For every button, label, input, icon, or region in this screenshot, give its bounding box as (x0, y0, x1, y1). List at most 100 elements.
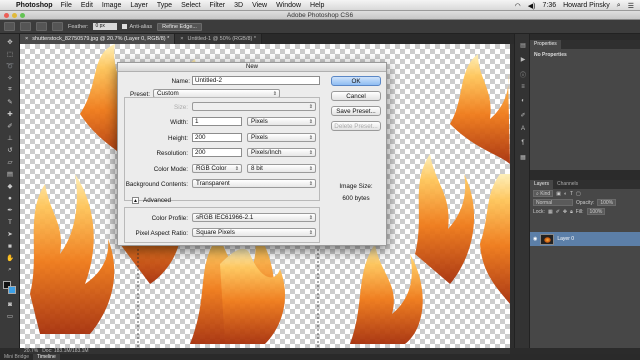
brush-tool-icon[interactable]: ✐ (5, 122, 15, 130)
menu-filter[interactable]: Filter (210, 2, 226, 9)
menu-select[interactable]: Select (181, 2, 200, 9)
paragraph-panel-icon[interactable]: ¶ (519, 140, 527, 147)
cancel-button[interactable]: Cancel (331, 91, 381, 101)
color-mode-dropdown[interactable]: RGB Color ⇕ (192, 164, 242, 173)
menu-type[interactable]: Type (157, 2, 172, 9)
move-tool-icon[interactable]: ✥ (5, 38, 15, 46)
properties-panel-icon[interactable]: ≡ (519, 84, 527, 91)
fill-input[interactable]: 100% (586, 208, 606, 215)
delete-preset-button[interactable]: Delete Preset... (331, 121, 381, 131)
crop-tool-icon[interactable]: ⌗ (5, 86, 15, 94)
history-panel-icon[interactable]: ▤ (519, 42, 527, 49)
gradient-tool-icon[interactable]: ▤ (5, 170, 15, 178)
zoom-window-button[interactable] (20, 13, 25, 18)
adjustments-panel-icon[interactable]: ◐ (519, 98, 527, 105)
tab-properties[interactable]: Properties (530, 40, 561, 49)
antialias-checkbox[interactable]: Anti-alias (122, 24, 152, 30)
shape-tool-icon[interactable]: ■ (5, 242, 15, 250)
ok-button[interactable]: OK (331, 76, 381, 86)
feather-input[interactable]: 0 px (93, 23, 118, 30)
pixel-aspect-dropdown[interactable]: Square Pixels ⇕ (192, 228, 316, 237)
app-menu[interactable]: Photoshop (16, 2, 53, 9)
tab-layers[interactable]: Layers (530, 180, 554, 189)
menu-view[interactable]: View (252, 2, 267, 9)
screen-mode-icon[interactable]: ▭ (5, 312, 15, 320)
filter-type-icon[interactable]: T (570, 191, 573, 197)
resolution-unit-dropdown[interactable]: Pixels/Inch ⇕ (247, 148, 316, 157)
hand-tool-icon[interactable]: ✋ (5, 254, 15, 262)
refine-edge-button[interactable]: Refine Edge... (157, 22, 202, 31)
minimize-window-button[interactable] (12, 13, 17, 18)
info-panel-icon[interactable]: ⓘ (519, 70, 527, 79)
close-tab-icon[interactable]: × (25, 34, 28, 44)
tab-untitled-1[interactable]: × Untitled-1 @ 50% (RGB/8) * (175, 34, 263, 44)
width-input[interactable]: 1 (192, 117, 242, 126)
tab-channels[interactable]: Channels (553, 180, 582, 189)
tab-timeline[interactable]: Timeline (33, 354, 60, 360)
notifications-icon[interactable]: ☰ (628, 2, 634, 10)
lock-position-icon[interactable]: ✥ (563, 209, 567, 215)
menu-image[interactable]: Image (102, 2, 121, 9)
swatches-panel-icon[interactable]: ▦ (519, 154, 527, 161)
wifi-icon[interactable]: ◠ (515, 2, 521, 10)
name-input[interactable]: Untitled-2 (192, 76, 320, 85)
background-contents-dropdown[interactable]: Transparent ⇕ (192, 179, 316, 188)
menu-window[interactable]: Window (276, 2, 301, 9)
lasso-tool-icon[interactable]: ➰ (5, 62, 15, 70)
lock-transparency-icon[interactable]: ▦ (548, 209, 553, 215)
menu-layer[interactable]: Layer (130, 2, 148, 9)
filter-shape-icon[interactable]: ▢ (576, 191, 581, 197)
eraser-tool-icon[interactable]: ▱ (5, 158, 15, 166)
lock-pixels-icon[interactable]: ✐ (556, 209, 560, 215)
tab-shutterstock[interactable]: × shutterstock_82750579.jpg @ 20.7% (Lay… (20, 34, 176, 44)
resolution-input[interactable]: 200 (192, 148, 242, 157)
marquee-tool-icon[interactable]: ⬚ (5, 50, 15, 58)
path-selection-tool-icon[interactable]: ➤ (5, 230, 15, 238)
pen-tool-icon[interactable]: ✒ (5, 206, 15, 214)
quick-mask-icon[interactable]: ◙ (5, 300, 15, 308)
layer-name[interactable]: Layer 0 (557, 236, 574, 242)
height-input[interactable]: 200 (192, 133, 242, 142)
kind-filter-dropdown[interactable]: ⌕ Kind (533, 190, 554, 197)
eyedropper-tool-icon[interactable]: ✎ (5, 98, 15, 106)
menu-edit[interactable]: Edit (81, 2, 93, 9)
menu-file[interactable]: File (61, 2, 72, 9)
marquee-tool-preset-icon[interactable] (4, 22, 15, 31)
save-preset-button[interactable]: Save Preset... (331, 106, 381, 116)
add-to-selection-icon[interactable] (36, 22, 47, 31)
filter-adjust-icon[interactable]: ◐ (564, 191, 567, 197)
type-tool-icon[interactable]: T (5, 218, 15, 226)
opacity-input[interactable]: 100% (597, 199, 617, 206)
filter-pixel-icon[interactable]: ▣ (556, 191, 561, 197)
magic-wand-tool-icon[interactable]: ✧ (5, 74, 15, 82)
color-profile-dropdown[interactable]: sRGB IEC61966-2.1 ⇕ (192, 213, 316, 222)
user-name[interactable]: Howard Pinsky (563, 2, 610, 9)
clock[interactable]: 7:36 (542, 2, 556, 9)
new-selection-icon[interactable] (20, 22, 31, 31)
close-tab-icon[interactable]: × (180, 34, 183, 44)
history-brush-tool-icon[interactable]: ↺ (5, 146, 15, 154)
subtract-selection-icon[interactable] (52, 22, 63, 31)
blend-mode-dropdown[interactable]: Normal (533, 199, 573, 206)
brush-panel-icon[interactable]: ✐ (519, 112, 527, 119)
tab-mini-bridge[interactable]: Mini Bridge (0, 354, 33, 360)
close-window-button[interactable] (4, 13, 9, 18)
volume-icon[interactable]: ◀) (528, 2, 536, 10)
blur-tool-icon[interactable]: ◆ (5, 182, 15, 190)
height-unit-dropdown[interactable]: Pixels ⇕ (247, 133, 316, 142)
zoom-tool-icon[interactable]: ⌕ (5, 266, 15, 274)
actions-panel-icon[interactable]: ▶ (519, 56, 527, 63)
layer-row[interactable]: ◉ Layer 0 (530, 232, 640, 246)
menu-help[interactable]: Help (310, 2, 324, 9)
healing-brush-tool-icon[interactable]: ✚ (5, 110, 15, 118)
bit-depth-dropdown[interactable]: 8 bit ⇕ (247, 164, 316, 173)
lock-all-icon[interactable]: 🔒︎ (570, 209, 573, 215)
menu-3d[interactable]: 3D (234, 2, 243, 9)
visibility-eye-icon[interactable]: ◉ (533, 236, 537, 242)
dodge-tool-icon[interactable]: ● (5, 194, 15, 202)
background-color-swatch[interactable] (8, 286, 16, 294)
width-unit-dropdown[interactable]: Pixels ⇕ (247, 117, 316, 126)
clone-stamp-tool-icon[interactable]: ⊥ (5, 134, 15, 142)
spotlight-icon[interactable]: ⌕ (617, 2, 621, 10)
character-panel-icon[interactable]: A (519, 126, 527, 133)
